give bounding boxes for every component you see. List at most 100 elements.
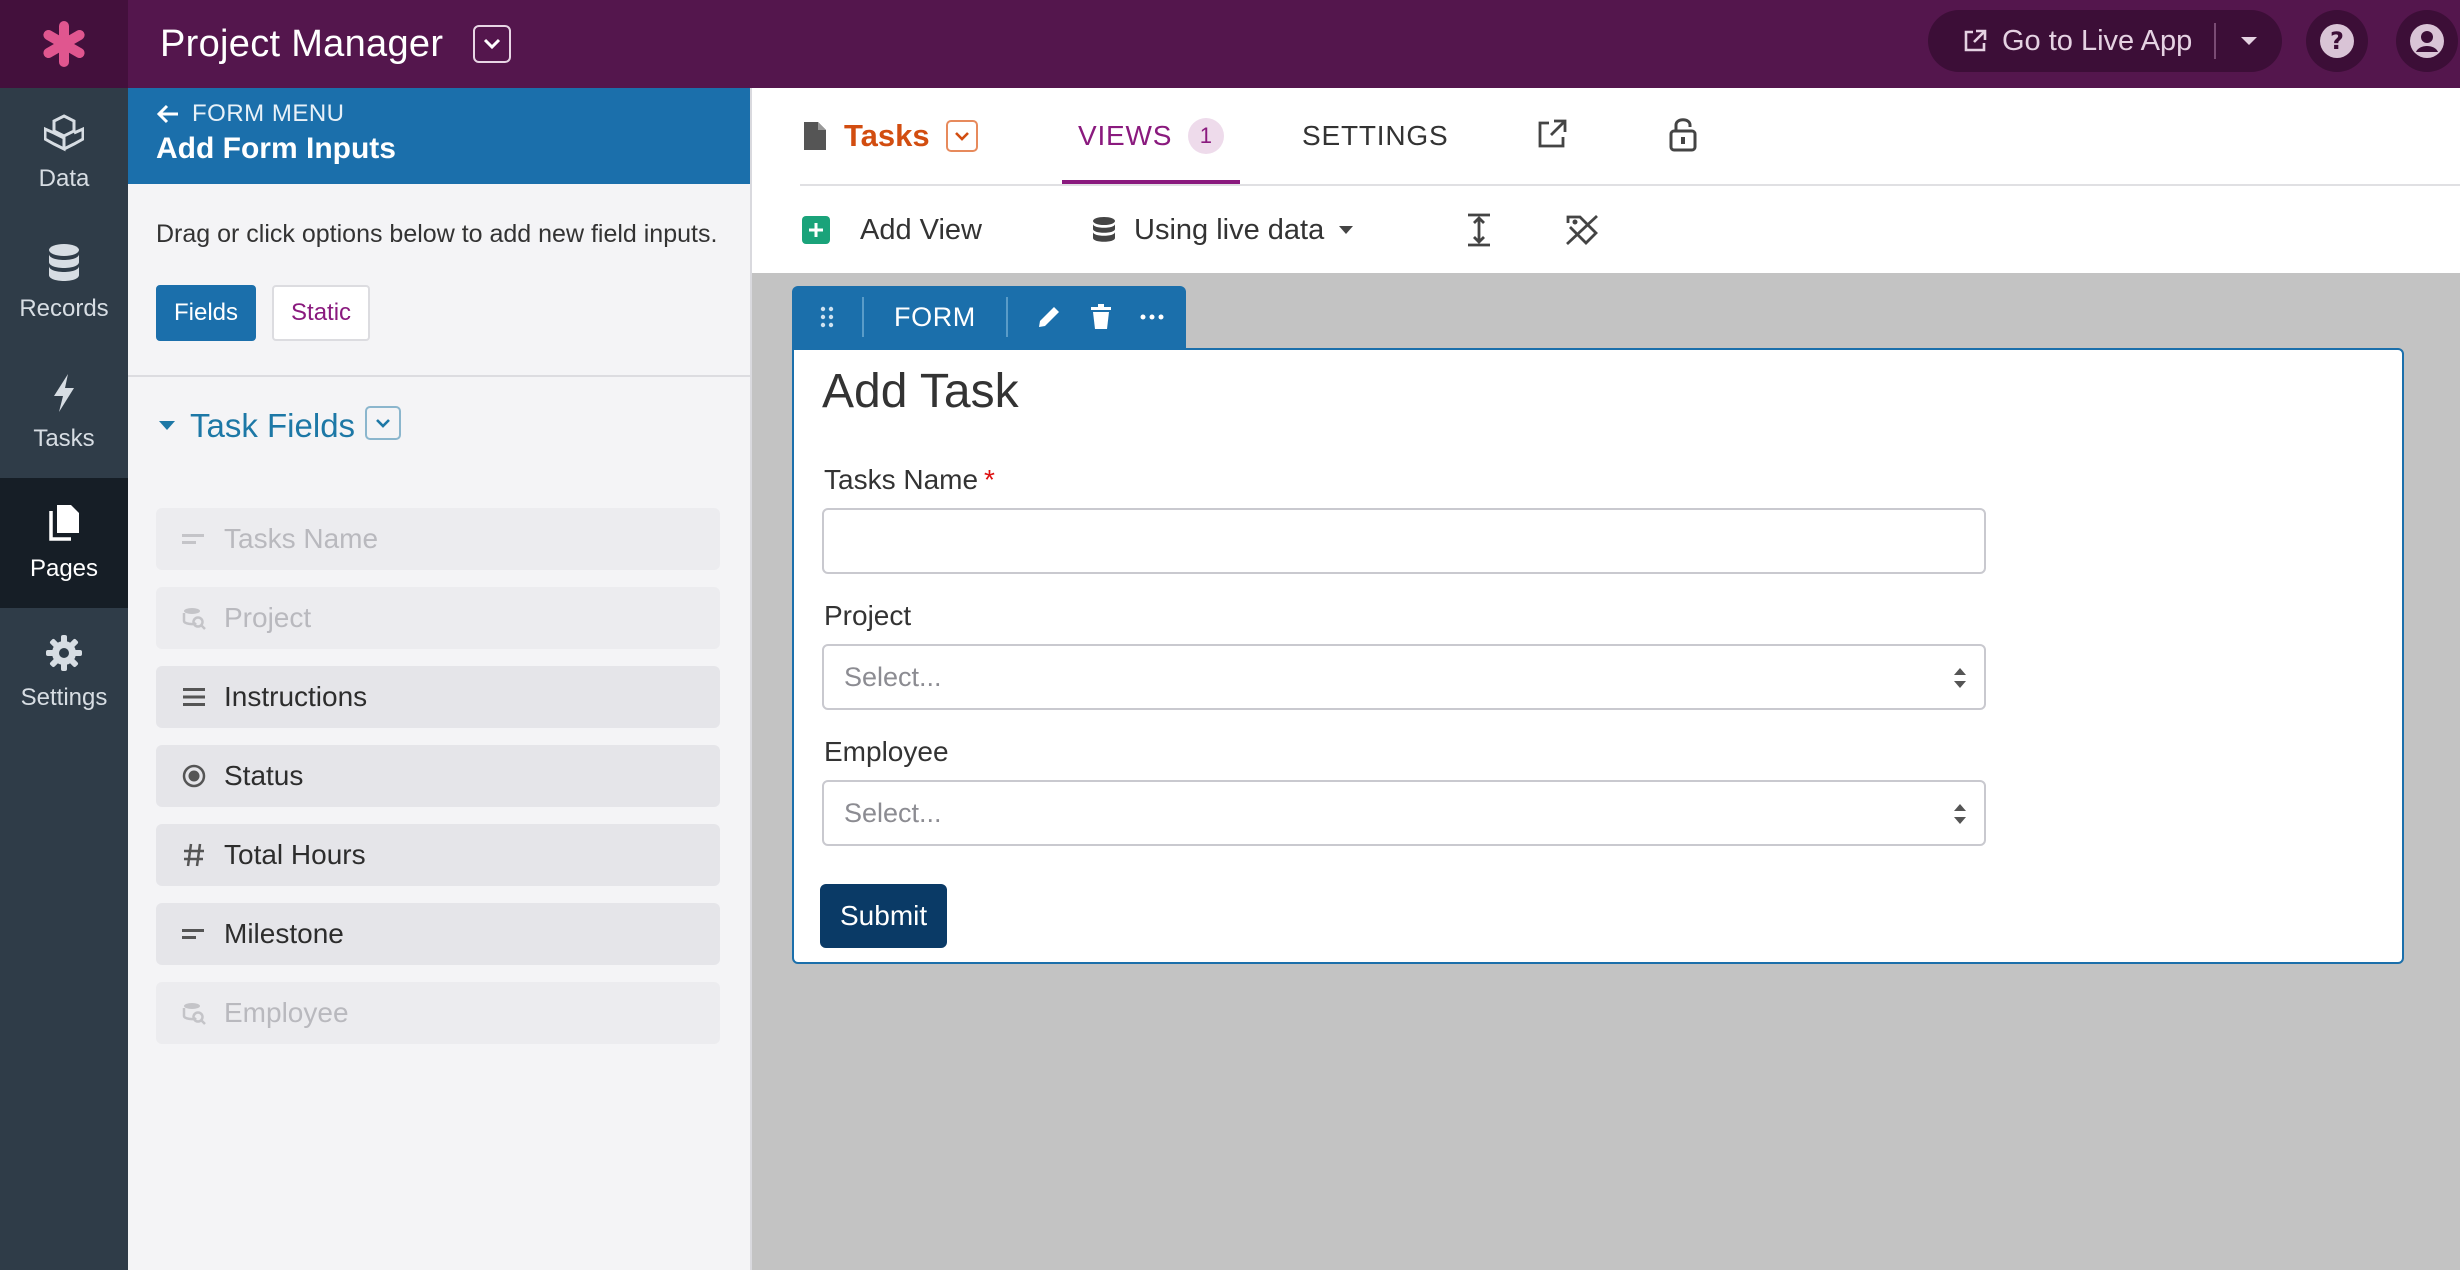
project-select[interactable]: Select... [822, 644, 1986, 710]
trash-icon[interactable] [1090, 304, 1112, 330]
paragraph-icon [182, 685, 206, 709]
vertical-spacing-icon[interactable] [1466, 213, 1492, 247]
tab-fields[interactable]: Fields [156, 285, 257, 341]
page-dropdown[interactable] [945, 120, 978, 152]
asterisk-logo-icon [43, 21, 85, 67]
external-link-icon[interactable] [1536, 118, 1568, 150]
submit-button[interactable]: Submit [820, 884, 948, 948]
drag-handle-icon[interactable] [792, 306, 862, 328]
field-list: Tasks Name Project Instructions Status T… [156, 508, 720, 1061]
user-circle-icon [2410, 24, 2444, 58]
short-text-icon [182, 527, 206, 551]
field-option-instructions[interactable]: Instructions [156, 666, 720, 728]
account-button[interactable] [2396, 10, 2458, 72]
nav-item-records[interactable]: Records [0, 218, 128, 348]
task-fields-group-header[interactable]: Task Fields [158, 406, 750, 445]
data-source-label: Using live data [1134, 213, 1325, 246]
chevron-down-icon [954, 132, 969, 141]
divider [128, 375, 750, 377]
form-inputs-panel: FORM MENU Add Form Inputs Drag or click … [128, 88, 752, 1270]
views-count-badge: 1 [1188, 118, 1225, 154]
tab-views[interactable]: VIEWS 1 [1062, 88, 1241, 184]
nav-item-tasks[interactable]: Tasks [0, 348, 128, 478]
short-text-icon [182, 922, 206, 946]
form-view: Add Task Tasks Name * Project Select... E… [792, 348, 2404, 964]
caret-down-icon[interactable] [2240, 36, 2258, 46]
connection-icon [182, 606, 206, 630]
employee-select[interactable]: Select... [822, 780, 1986, 846]
nav-item-pages[interactable]: Pages [0, 478, 128, 608]
view-type-label: FORM [894, 301, 976, 332]
divider [800, 184, 2460, 186]
nav-label: Settings [20, 684, 108, 711]
group-dropdown[interactable] [365, 406, 402, 440]
hash-icon [182, 843, 206, 867]
button-divider [2214, 23, 2217, 59]
nav-label: Data [38, 165, 90, 192]
field-option-project[interactable]: Project [156, 587, 720, 649]
field-option-label: Instructions [224, 681, 368, 712]
field-option-tasks-name[interactable]: Tasks Name [156, 508, 720, 570]
more-options-icon[interactable] [1140, 314, 1164, 320]
gear-icon [46, 635, 82, 671]
required-mark: * [984, 464, 995, 495]
add-view-button[interactable]: Add View [802, 214, 982, 247]
back-to-form-menu[interactable]: FORM MENU [156, 100, 722, 128]
page-header: Tasks VIEWS 1 SETTINGS Add View Using li… [752, 88, 2460, 273]
tag-off-icon[interactable] [1564, 213, 1600, 247]
lock-open-icon[interactable] [1668, 116, 1698, 152]
go-to-live-app-button[interactable]: Go to Live App [1928, 10, 2282, 72]
panel-header: FORM MENU Add Form Inputs [128, 88, 750, 184]
select-placeholder: Select... [844, 797, 942, 828]
chevron-down-icon [376, 419, 390, 428]
nav-item-data[interactable]: Data [0, 88, 128, 218]
field-option-label: Total Hours [224, 839, 366, 870]
form-title: Add Task [822, 365, 1019, 418]
employee-label: Employee [824, 736, 949, 767]
project-label: Project [824, 600, 912, 631]
chevron-down-icon [484, 38, 501, 50]
field-option-label: Project [224, 602, 312, 633]
field-option-total-hours[interactable]: Total Hours [156, 824, 720, 886]
select-arrows-icon [1952, 666, 1968, 690]
field-option-milestone[interactable]: Milestone [156, 903, 720, 965]
form-view-toolbar: FORM [792, 286, 1186, 348]
add-view-label: Add View [860, 213, 982, 246]
view-actions [1008, 304, 1164, 330]
select-placeholder: Select... [844, 661, 942, 692]
label-text: Tasks Name [824, 464, 979, 495]
field-option-label: Status [224, 760, 304, 791]
page-editor: Tasks VIEWS 1 SETTINGS Add View Using li… [752, 88, 2460, 1270]
nav-label: Records [19, 295, 109, 322]
group-title: Task Fields [190, 407, 356, 444]
back-label: FORM MENU [192, 100, 345, 127]
connection-icon [182, 1001, 206, 1025]
panel-title: Add Form Inputs [156, 132, 396, 165]
view-toolbar: Add View Using live data [802, 202, 2410, 258]
app-title: Project Manager [160, 22, 444, 65]
views-tab-label: VIEWS [1078, 120, 1173, 151]
field-option-employee[interactable]: Employee [156, 982, 720, 1044]
caret-down-icon [1338, 225, 1354, 235]
select-arrows-icon [1952, 802, 1968, 826]
external-link-icon [1962, 28, 1988, 54]
nav-item-settings[interactable]: Settings [0, 608, 128, 738]
tab-static[interactable]: Static [272, 285, 371, 341]
tasks-name-label: Tasks Name * [824, 464, 995, 496]
bolt-icon [54, 374, 74, 412]
plus-square-icon [802, 216, 830, 244]
field-option-label: Employee [224, 997, 349, 1028]
pencil-icon[interactable] [1036, 304, 1062, 330]
data-source-dropdown[interactable]: Using live data [1092, 214, 1354, 247]
left-nav: Data Records Tasks Pages Settings [0, 88, 128, 1270]
tasks-name-input[interactable] [822, 508, 1986, 574]
page-name-tab[interactable]: Tasks [802, 118, 978, 154]
cubes-icon [44, 114, 84, 152]
svg-text:?: ? [2330, 27, 2344, 55]
app-menu-dropdown[interactable] [473, 25, 512, 63]
help-button[interactable]: ? [2306, 10, 2368, 72]
field-option-status[interactable]: Status [156, 745, 720, 807]
caret-down-icon[interactable] [158, 420, 176, 432]
tab-settings[interactable]: SETTINGS [1302, 88, 1448, 184]
app-logo[interactable] [0, 0, 128, 88]
